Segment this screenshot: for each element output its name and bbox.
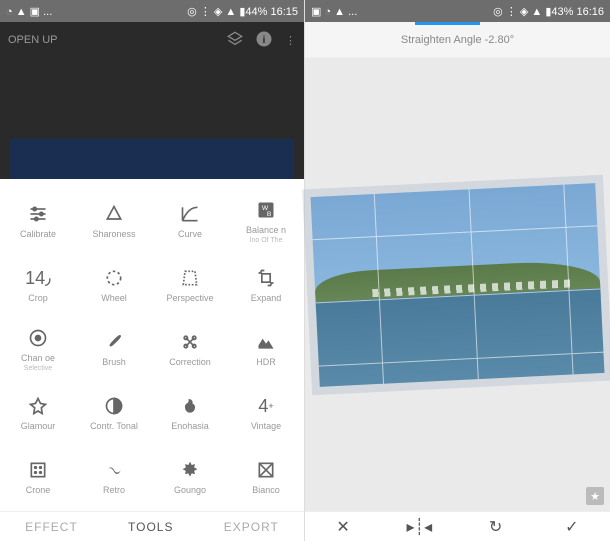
tab-export[interactable]: EXPORT [224,520,279,534]
tab-effect[interactable]: EFFECT [25,520,78,534]
selective-icon [28,327,48,349]
tool-white-balance[interactable]: WB Balance n Ino Of The [228,189,304,253]
status-bar: ◔ ▲ ▣ ... ◎ ⋮ ◈ ▲ ▮44% 16:15 [0,0,304,22]
status-icons-right: ◎ ⋮ ◈ ▲ ▮44% 16:15 [187,5,298,18]
tool-drama[interactable]: Enohasia [152,381,228,445]
image-strip [10,139,294,179]
curves-icon [180,203,200,225]
apply-button[interactable]: ✓ [534,517,610,537]
close-icon: ✕ [336,517,349,537]
status-icons-right: ◎ ⋮ ◈ ▲ ▮43% 16:16 [493,5,604,18]
status-icons-left: ▣ ◔ ▲ ... [311,5,357,18]
expand-icon [256,267,276,289]
sliders-icon [28,203,48,225]
tool-perspective[interactable]: Perspective [152,253,228,317]
app-title: OPEN UP [8,34,58,46]
crop-icon: 14٫ [25,267,51,289]
photo-preview [311,183,605,387]
rotate-button[interactable]: ↻ [458,517,534,537]
tool-rotate[interactable]: Wheel [76,253,152,317]
straighten-toolbar: ✕ ▸┊◂ ↻ ✓ [305,511,610,541]
tool-bw[interactable]: Bianco [228,445,304,509]
svg-text:i: i [263,33,266,45]
info-icon[interactable]: i [255,30,273,51]
tonal-icon [104,395,124,417]
tool-calibrate[interactable]: Calibrate [0,189,76,253]
bookmark-icon[interactable]: ★ [586,487,604,505]
cancel-button[interactable]: ✕ [305,517,381,537]
healing-icon [180,331,200,353]
phone-screen-tools: ◔ ▲ ▣ ... ◎ ⋮ ◈ ▲ ▮44% 16:15 OPEN UP i ⋮ [0,0,305,541]
tool-sharpness[interactable]: Sharoness [76,189,152,253]
tool-tonal-contrast[interactable]: Contr. Tonal [76,381,152,445]
tool-grainy-film[interactable]: Crone [0,445,76,509]
tool-brush[interactable]: Brush [76,317,152,381]
drama-icon [180,395,200,417]
perspective-icon [180,267,200,289]
check-icon: ✓ [565,517,578,537]
rotate-cw-icon: ↻ [489,517,502,537]
bottom-tabs: EFFECT TOOLS EXPORT [0,511,304,541]
brush-icon [104,331,124,353]
status-icons-left: ◔ ▲ ▣ ... [6,5,52,18]
tool-crop[interactable]: 14٫ Crop [0,253,76,317]
phone-screen-straighten: ▣ ◔ ▲ ... ◎ ⋮ ◈ ▲ ▮43% 16:16 Straighten … [305,0,610,541]
grainy-icon [28,459,48,481]
flip-button[interactable]: ▸┊◂ [381,517,457,537]
glamour-icon [28,395,48,417]
tool-retrolux[interactable]: Retro [76,445,152,509]
vintage-icon: 4+ [258,395,273,417]
flip-icon: ▸┊◂ [407,517,433,537]
more-icon[interactable]: ⋮ [285,34,296,47]
tools-panel: Calibrate Sharoness Curve WB Balance n I… [0,179,304,511]
white-balance-icon: WB [256,199,276,221]
tool-vintage[interactable]: 4+ Vintage [228,381,304,445]
tool-selective[interactable]: Chan oe Selective [0,317,76,381]
bw-icon [256,459,276,481]
svg-text:B: B [267,210,272,217]
editor-preview-dimmed: OPEN UP i ⋮ [0,22,304,179]
tool-glamour[interactable]: Glamour [0,381,76,445]
grunge-icon [180,459,200,481]
tool-curves[interactable]: Curve [152,189,228,253]
straighten-canvas[interactable]: ★ [305,58,610,511]
layers-icon[interactable] [227,31,243,50]
retro-icon [104,459,124,481]
sharpness-icon [104,203,124,225]
tool-grunge[interactable]: Goungo [152,445,228,509]
straighten-angle-label: Straighten Angle -2.80° [401,34,514,46]
rotate-icon [104,267,124,289]
tool-healing[interactable]: Correction [152,317,228,381]
straighten-readout: Straighten Angle -2.80° [305,22,610,58]
status-bar: ▣ ◔ ▲ ... ◎ ⋮ ◈ ▲ ▮43% 16:16 [305,0,610,22]
tool-expand[interactable]: Expand [228,253,304,317]
tab-tools[interactable]: TOOLS [128,520,173,534]
tool-hdr[interactable]: HDR [228,317,304,381]
hdr-icon [256,331,276,353]
